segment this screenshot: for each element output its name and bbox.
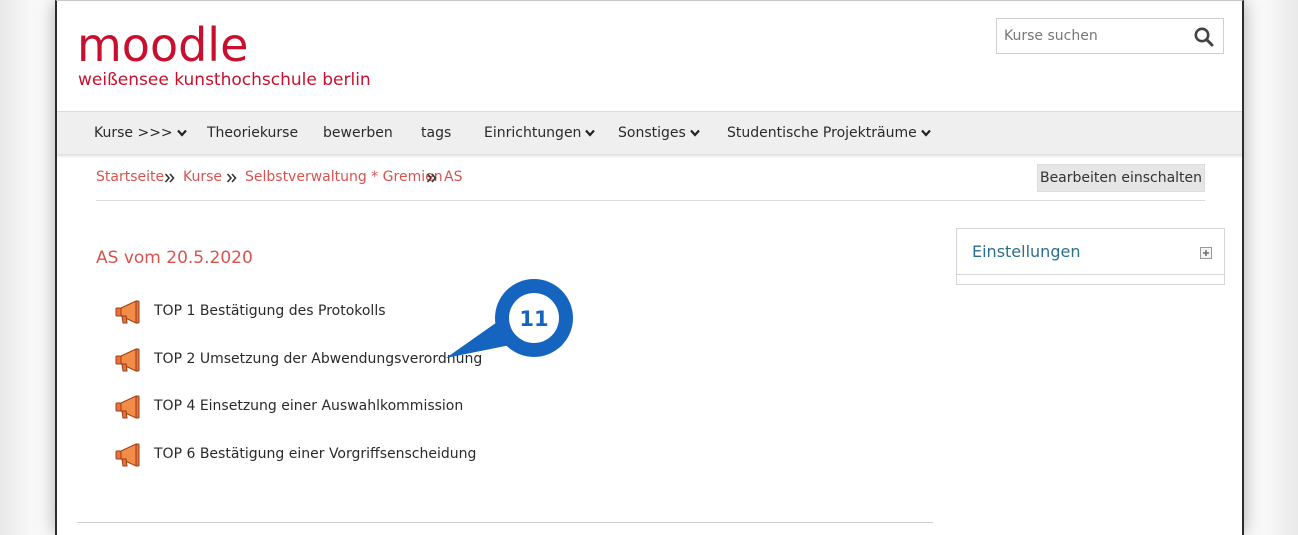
course-search <box>996 18 1224 54</box>
megaphone-icon <box>115 443 140 467</box>
settings-block-header[interactable]: Einstellungen <box>957 229 1224 275</box>
settings-block-title: Einstellungen <box>972 242 1081 261</box>
activity-label: TOP 1 Bestätigung des Protokolls <box>154 303 386 319</box>
nav-item-label: Sonstiges <box>618 125 686 141</box>
nav-item-tags[interactable]: tags <box>421 112 451 155</box>
double-chevron-right-icon <box>226 173 237 183</box>
edit-mode-button[interactable]: Bearbeiten einschalten <box>1037 164 1205 192</box>
chevron-down-icon <box>689 129 700 137</box>
nav-item-label: Studentische Projekträume <box>727 125 917 141</box>
main-navigation: Kurse >>> Theoriekurse bewerben tags Ein… <box>57 111 1242 155</box>
chevron-down-icon <box>585 129 596 137</box>
nav-item-label: Theoriekurse <box>207 125 299 141</box>
search-icon[interactable] <box>1193 26 1215 48</box>
nav-item-kurse[interactable]: Kurse >>> <box>94 112 188 155</box>
nav-item-einrichtungen[interactable]: Einrichtungen <box>484 112 596 155</box>
settings-block: Einstellungen <box>956 228 1225 285</box>
divider <box>77 522 933 523</box>
browser-window: moodle weißensee kunsthochschule berlin … <box>55 0 1244 535</box>
double-chevron-right-icon <box>164 173 175 183</box>
nav-item-label: bewerben <box>323 125 393 141</box>
section-title: AS vom 20.5.2020 <box>96 248 253 268</box>
nav-item-sonstiges[interactable]: Sonstiges <box>618 112 701 155</box>
breadcrumb-selbstverwaltung[interactable]: Selbstverwaltung * Gremien <box>245 169 443 185</box>
institution-name: weißensee kunsthochschule berlin <box>78 70 371 90</box>
nav-item-label: Kurse >>> <box>94 125 173 141</box>
nav-item-label: tags <box>421 125 452 141</box>
megaphone-icon <box>115 395 140 419</box>
megaphone-icon <box>115 348 140 372</box>
search-input[interactable] <box>997 19 1187 53</box>
divider <box>96 200 1205 201</box>
breadcrumb-as[interactable]: AS <box>444 169 462 185</box>
moodle-logo[interactable]: moodle <box>77 19 248 71</box>
nav-item-theoriekurse[interactable]: Theoriekurse <box>207 112 298 155</box>
breadcrumb-startseite[interactable]: Startseite <box>96 169 164 185</box>
expand-plus-icon[interactable] <box>1200 247 1212 259</box>
nav-item-bewerben[interactable]: bewerben <box>323 112 393 155</box>
breadcrumb-kurse[interactable]: Kurse <box>183 169 222 185</box>
nav-item-label: Einrichtungen <box>484 125 582 141</box>
chevron-down-icon <box>176 129 187 137</box>
activity-label: TOP 2 Umsetzung der Abwendungsverordnung <box>154 351 483 367</box>
activity-label: TOP 4 Einsetzung einer Auswahlkommission <box>154 398 464 414</box>
megaphone-icon <box>115 300 140 324</box>
chevron-down-icon <box>920 129 931 137</box>
activity-label: TOP 6 Bestätigung einer Vorgriffsenschei… <box>154 446 477 462</box>
double-chevron-right-icon <box>426 173 437 183</box>
nav-item-studentische-projektraeume[interactable]: Studentische Projekträume <box>727 112 932 155</box>
